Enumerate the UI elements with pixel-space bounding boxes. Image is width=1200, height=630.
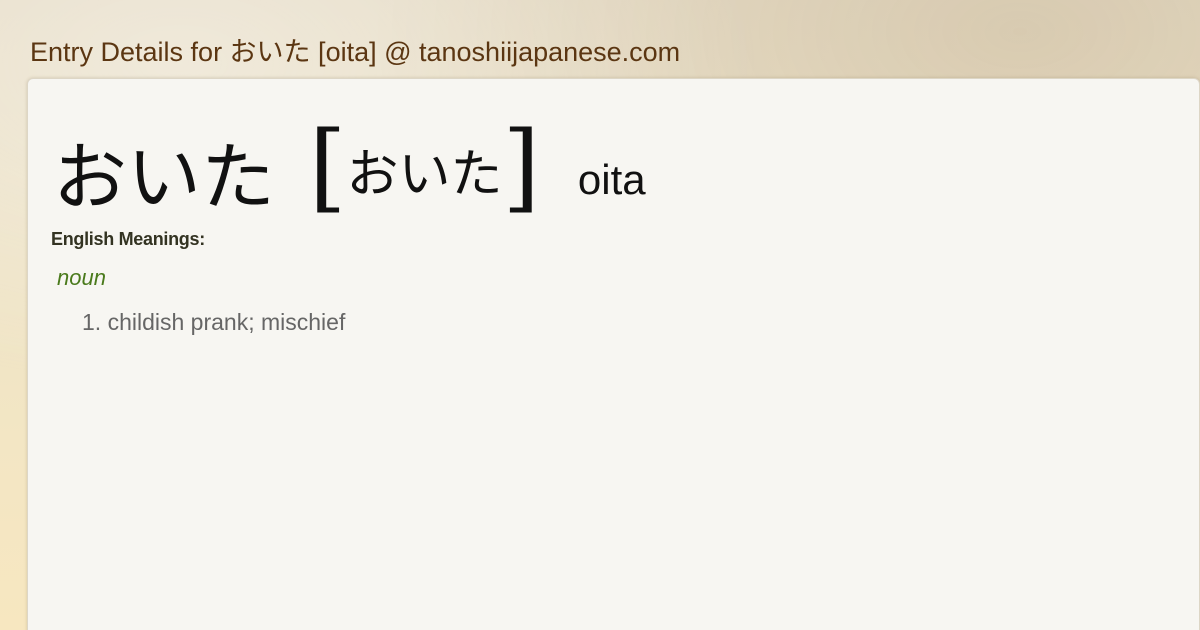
entry-card: おいた [ おいた ] oita English Meanings: noun … [27, 78, 1200, 630]
meanings-label: English Meanings: [51, 229, 205, 249]
reading: おいた [346, 145, 503, 205]
definition-number: 1. [82, 309, 102, 335]
part-of-speech: noun [57, 265, 106, 290]
reading-bracket-close: ] [502, 111, 540, 223]
page-title: Entry Details for おいた [oita] @ tanoshiij… [30, 37, 681, 67]
definition-item: 1. childish prank; mischief [82, 309, 345, 336]
definition-text: childish prank; mischief [107, 309, 346, 335]
reading-bracket-open: [ [309, 111, 347, 223]
romaji: oita [577, 156, 646, 203]
headword-row: おいた [ おいた ] oita [53, 119, 646, 215]
headword: おいた [53, 135, 275, 221]
